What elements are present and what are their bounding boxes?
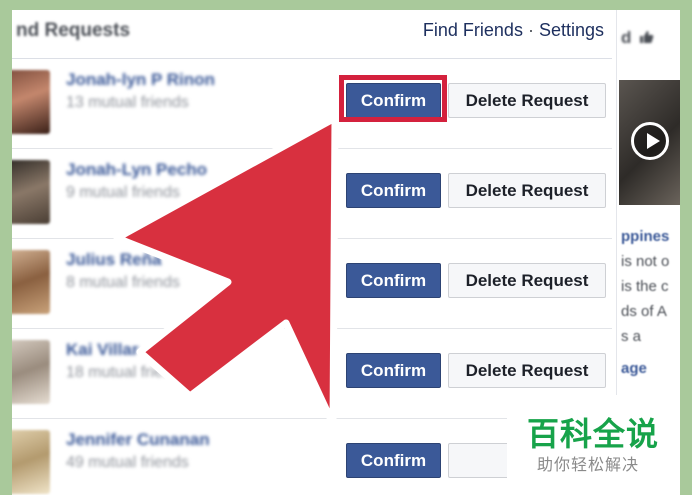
- delete-request-button[interactable]: Delete Request: [448, 263, 606, 298]
- requester-name[interactable]: Kai Villar: [66, 340, 138, 360]
- delete-request-button[interactable]: Delete Request: [448, 353, 606, 388]
- avatar[interactable]: [12, 430, 50, 494]
- play-icon[interactable]: [631, 122, 669, 160]
- right-column-header: d: [621, 28, 654, 48]
- right-column-text: is the c: [621, 278, 669, 295]
- requester-name[interactable]: Jonah-lyn P Rinon: [66, 70, 215, 90]
- mutual-friends[interactable]: 49 mutual friends: [66, 454, 189, 472]
- right-column-text: ds of A: [621, 303, 667, 320]
- delete-request-button[interactable]: Delete Request: [448, 83, 606, 118]
- right-column-title[interactable]: ppines: [621, 228, 669, 245]
- avatar[interactable]: [12, 340, 50, 404]
- friend-request-row: Julius Reña 8 mutual friends Confirm Del…: [12, 238, 612, 329]
- find-friends-link[interactable]: Find Friends: [423, 20, 523, 40]
- right-column-link[interactable]: age: [621, 360, 647, 377]
- avatar[interactable]: [12, 160, 50, 224]
- avatar[interactable]: [12, 250, 50, 314]
- panel-title: nd Requests: [16, 20, 131, 41]
- confirm-button[interactable]: Confirm: [346, 353, 441, 388]
- requester-name[interactable]: Jonah-Lyn Pecho: [66, 160, 207, 180]
- settings-link[interactable]: Settings: [539, 20, 604, 40]
- friend-request-row: Jonah-lyn P Rinon 13 mutual friends Conf…: [12, 58, 612, 149]
- confirm-button[interactable]: Confirm: [346, 173, 441, 208]
- friend-request-row: Jonah-Lyn Pecho 9 mutual friends Confirm…: [12, 148, 612, 239]
- delete-request-button[interactable]: Delete Request: [448, 173, 606, 208]
- mutual-friends[interactable]: 13 mutual friends: [66, 94, 189, 112]
- right-column-text: is not o: [621, 253, 670, 270]
- video-thumbnail[interactable]: [619, 80, 680, 205]
- link-separator: ·: [527, 20, 534, 40]
- thumbs-up-icon: [640, 31, 654, 43]
- watermark-title: 百科全说: [527, 416, 660, 452]
- avatar[interactable]: [12, 70, 50, 134]
- screenshot-frame: nd Requests Find Friends · Settings Jonah-…: [12, 10, 680, 495]
- mutual-friends[interactable]: 18 mutual friends: [66, 364, 189, 382]
- confirm-highlight-box: [339, 75, 447, 122]
- mutual-friends[interactable]: 8 mutual friends: [66, 274, 180, 292]
- requester-name[interactable]: Jennifer Cunanan: [66, 430, 210, 450]
- watermark-subtitle: 助你轻松解决: [537, 457, 640, 474]
- right-column-text: s a: [621, 328, 642, 345]
- header-links: Find Friends · Settings: [423, 20, 604, 41]
- right-column-header-text: d: [621, 28, 632, 47]
- requester-name[interactable]: Julius Reña: [66, 250, 161, 270]
- confirm-button[interactable]: Confirm: [346, 263, 441, 298]
- mutual-friends[interactable]: 9 mutual friends: [66, 184, 180, 202]
- panel-header: nd Requests Find Friends · Settings: [12, 10, 612, 59]
- watermark: 百科全说 助你轻松解决: [507, 395, 679, 495]
- confirm-button[interactable]: Confirm: [346, 443, 441, 478]
